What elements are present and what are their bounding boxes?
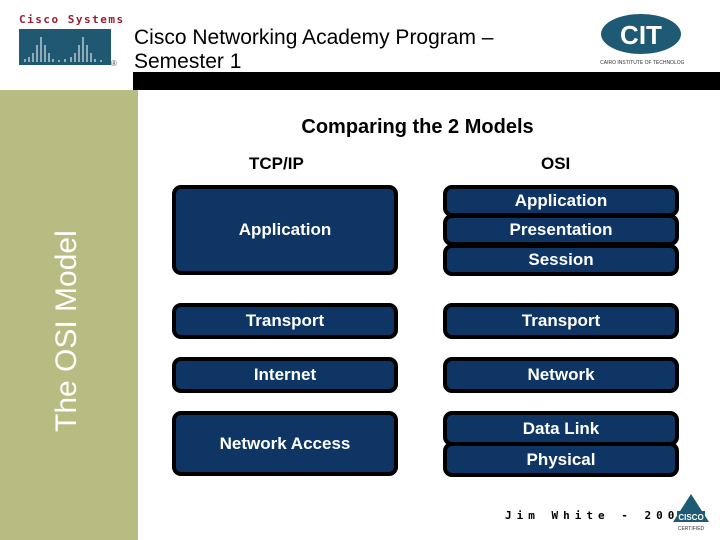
- svg-text:CISCO: CISCO: [678, 513, 703, 522]
- cit-logo: CIT CAIRO INSTITUTE OF TECHNOLOGY: [598, 10, 689, 68]
- osi-header: OSI: [541, 154, 571, 173]
- sidebar-label: The OSI Model: [50, 230, 83, 432]
- header-bar-gap: [0, 72, 133, 90]
- osi-layer-application: Application: [443, 185, 679, 217]
- osi-layer-data-link: Data Link: [443, 411, 679, 446]
- osi-layer-network: Network: [443, 357, 679, 393]
- title-line-1: Cisco Networking Academy Program –: [134, 26, 494, 49]
- slide-heading: Comparing the 2 Models: [301, 116, 534, 138]
- tcpip-layer-internet: Internet: [172, 357, 398, 393]
- title-line-2: Semester 1: [134, 50, 242, 73]
- svg-text:CERTIFIED: CERTIFIED: [678, 526, 705, 532]
- page-title: Cisco Networking Academy Program – Semes…: [134, 26, 493, 74]
- osi-layer-session: Session: [443, 244, 679, 276]
- tcpip-layer-application: Application: [172, 185, 398, 275]
- footer-author: Jim White - 2002: [505, 509, 691, 522]
- ccna-certified-badge: CISCO CERTIFIED: [669, 492, 713, 534]
- osi-layer-physical: Physical: [443, 442, 679, 477]
- cisco-logo-text: Cisco Systems: [19, 13, 125, 26]
- cisco-bridge-icon: [19, 29, 111, 65]
- osi-layer-transport: Transport: [443, 303, 679, 339]
- svg-text:CIT: CIT: [620, 20, 662, 50]
- tcpip-layer-network-access: Network Access: [172, 411, 398, 476]
- tcpip-layer-transport: Transport: [172, 303, 398, 339]
- cisco-systems-logo: Cisco Systems ®: [19, 13, 125, 73]
- svg-text:CAIRO INSTITUTE OF TECHNOLOGY: CAIRO INSTITUTE OF TECHNOLOGY: [600, 60, 684, 66]
- registered-icon: ®: [111, 59, 117, 68]
- tcpip-header: TCP/IP: [249, 154, 304, 173]
- osi-layer-presentation: Presentation: [443, 214, 679, 246]
